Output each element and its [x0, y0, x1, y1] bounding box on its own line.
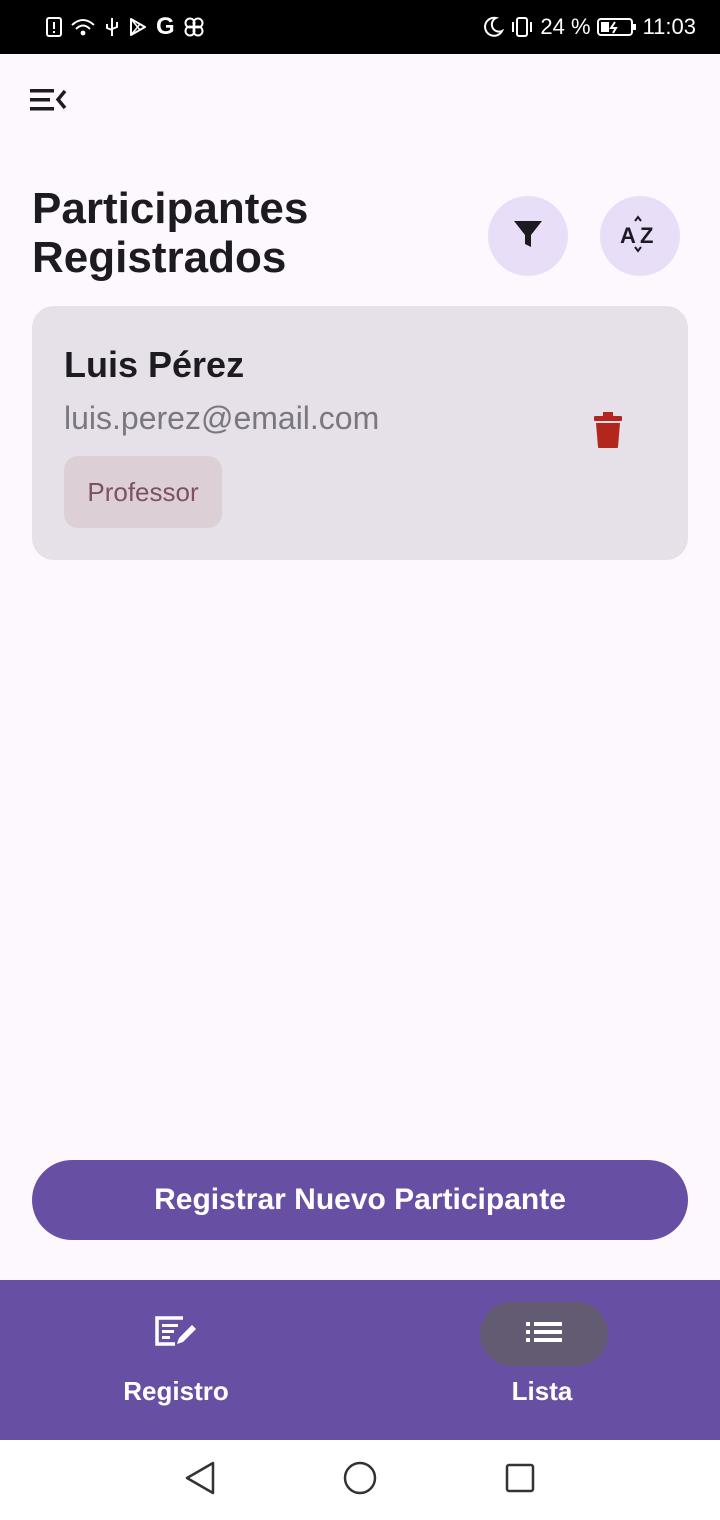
participant-name: Luis Pérez: [64, 344, 245, 385]
delete-button[interactable]: [584, 406, 632, 458]
list-icon: [524, 1320, 564, 1349]
recents-button[interactable]: [500, 1460, 540, 1500]
google-icon: G: [156, 13, 175, 40]
register-participant-button[interactable]: Registrar Nuevo Participante: [32, 1160, 688, 1240]
svg-text:Z: Z: [640, 223, 653, 248]
recents-square-icon: [503, 1461, 537, 1500]
nav-label-lista: Lista: [511, 1376, 573, 1406]
usb-icon: [104, 16, 120, 38]
role-chip: Professor: [64, 456, 222, 528]
participant-email: luis.perez@email.com: [64, 400, 380, 436]
nav-item-lista[interactable]: Lista: [360, 1280, 720, 1440]
nav-label-registro: Registro: [123, 1376, 229, 1406]
back-triangle-icon: [183, 1460, 217, 1501]
clock: 11:03: [642, 14, 696, 39]
home-button[interactable]: [340, 1460, 380, 1500]
nav-icon-container: [112, 1302, 240, 1366]
menu-button[interactable]: [22, 78, 74, 126]
filter-button[interactable]: [488, 196, 568, 276]
sort-az-icon: AZ: [618, 214, 662, 259]
nav-icon-container-active: [480, 1302, 608, 1366]
page-title: Participantes Registrados: [32, 184, 309, 282]
menu-open-icon: [28, 85, 68, 120]
bottom-navigation: Registro Lista: [0, 1280, 720, 1440]
play-store-icon: [128, 17, 148, 37]
status-right-icons: 24 % 11:03: [482, 14, 696, 40]
system-navigation-bar: [0, 1440, 720, 1520]
svg-text:A: A: [620, 223, 636, 248]
sort-button[interactable]: AZ: [600, 196, 680, 276]
back-button[interactable]: [180, 1460, 220, 1500]
home-circle-icon: [342, 1460, 378, 1501]
edit-note-icon: [153, 1314, 199, 1355]
status-left-icons: G: [46, 13, 205, 41]
wifi-icon: [70, 17, 96, 37]
sim-alert-icon: [46, 17, 62, 37]
pinwheel-icon: [183, 16, 205, 38]
trash-icon: [593, 411, 623, 454]
filter-icon: [510, 216, 546, 257]
battery-percent: 24 %: [540, 14, 591, 39]
nav-item-registro[interactable]: Registro: [0, 1280, 360, 1440]
moon-icon: [482, 16, 505, 38]
participant-card[interactable]: Luis Pérez luis.perez@email.com Professo…: [32, 306, 688, 560]
battery-charging-icon: [596, 16, 637, 38]
status-bar: G 24 % 11:03: [0, 0, 720, 54]
vibrate-icon: [510, 16, 534, 38]
